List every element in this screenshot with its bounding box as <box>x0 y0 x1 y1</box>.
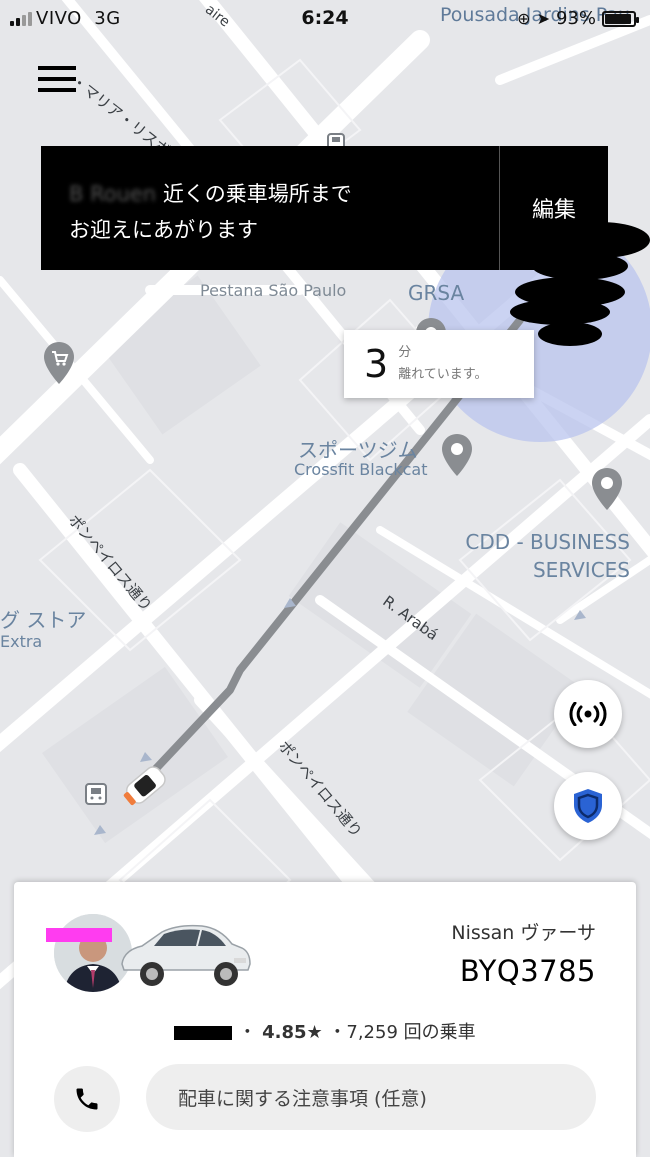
eta-suffix: 離れています。 <box>398 367 488 382</box>
bus-stop-icon[interactable] <box>84 782 108 806</box>
shopping-pin-icon[interactable] <box>42 340 76 386</box>
menu-button[interactable] <box>38 58 84 100</box>
eta-minutes: 3 <box>364 342 389 386</box>
driver-rating: 4.85★ <box>262 1022 323 1043</box>
hamburger-icon-line <box>38 77 76 81</box>
status-bar: VIVO 3G 6:24 ⊕ ➤ 93% <box>0 0 650 38</box>
eta-unit: 分 <box>398 345 412 360</box>
safety-toolkit-button[interactable] <box>554 772 622 840</box>
vehicle-model: Nissan ヴァーサ <box>451 922 596 944</box>
redaction-bar <box>46 928 112 942</box>
map-label-store-jp: グ ストア <box>0 608 87 632</box>
car-marker-icon <box>123 766 166 806</box>
share-status-button[interactable] <box>554 680 622 748</box>
map-label-cdd-2: SERVICES <box>532 558 630 582</box>
driver-card: Nissan ヴァーサ BYQ3785 ・ 4.85★ ・7,259 回の乗車 … <box>14 882 636 1157</box>
map-label-grsa: GRSA <box>408 281 465 305</box>
vehicle-image-icon <box>121 924 251 986</box>
eta-unit-group: 分 離れています。 <box>398 342 487 386</box>
separator: ・ <box>328 1022 347 1043</box>
pickup-location-redacted: B Rouen <box>69 182 157 206</box>
call-driver-button[interactable] <box>54 1066 120 1132</box>
phone-icon <box>76 1088 98 1110</box>
hamburger-icon-line <box>38 88 76 92</box>
business-pin-icon[interactable] <box>590 466 624 512</box>
map-label-store-en: Extra <box>0 632 43 651</box>
orientation-lock-icon: ⊕ <box>517 9 531 28</box>
pickup-line1-text: 近くの乗車場所まで <box>162 182 352 206</box>
trip-count: 7,259 回の乗車 <box>346 1022 476 1043</box>
map-label-cdd-1: CDD - BUSINESS <box>465 530 630 554</box>
driver-summary: ・ 4.85★ ・7,259 回の乗車 <box>14 1018 636 1044</box>
pickup-message-line2: お迎えにあがります <box>69 218 258 242</box>
license-plate: BYQ3785 <box>459 954 596 988</box>
battery-icon <box>602 10 639 27</box>
battery-percent: 93% <box>555 8 596 29</box>
driver-name-redacted <box>174 1026 233 1040</box>
edit-pickup-button[interactable]: 編集 <box>500 146 608 270</box>
eta-bubble: 3 分 離れています。 <box>344 330 534 398</box>
map-label-gym-jp: スポーツジム <box>298 438 418 462</box>
broadcast-icon <box>569 702 607 726</box>
map-label-pestana: Pestana São Paulo <box>200 281 347 300</box>
location-arrow-icon: ➤ <box>536 9 550 28</box>
hamburger-icon <box>38 66 76 70</box>
pickup-banner: B Rouen 近くの乗車場所まで お迎えにあがります 編集 <box>41 146 608 270</box>
pickup-note-input[interactable]: 配車に関する注意事項 (任意) <box>146 1064 596 1130</box>
map-label-gym-en: Crossfit Blackcat <box>294 460 428 479</box>
pickup-message-line1: B Rouen 近くの乗車場所まで <box>69 176 499 212</box>
status-right-group: ⊕ ➤ 93% <box>517 8 639 29</box>
pickup-message: B Rouen 近くの乗車場所まで お迎えにあがります <box>41 146 500 270</box>
shield-icon <box>574 789 602 823</box>
gym-pin-icon[interactable] <box>440 432 474 478</box>
separator: ・ <box>238 1022 257 1043</box>
